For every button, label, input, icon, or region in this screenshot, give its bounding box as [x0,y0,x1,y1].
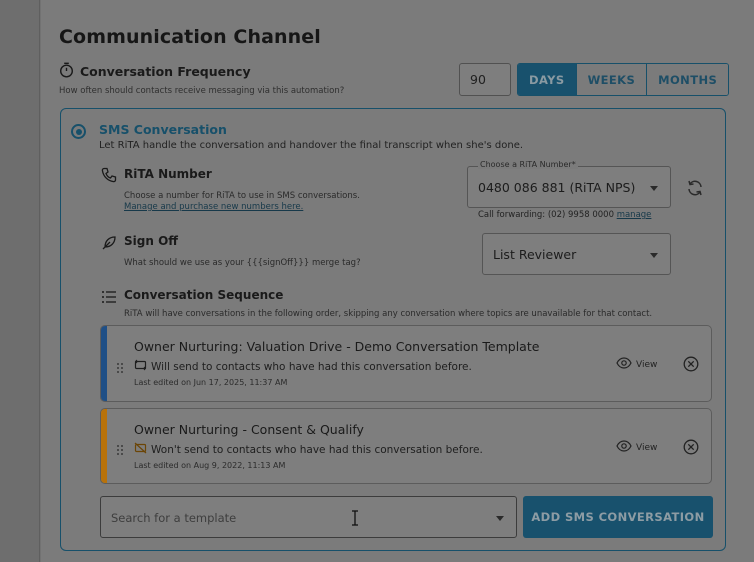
chevron-down-icon [650,186,658,191]
stopwatch-icon [59,62,74,81]
unit-months-button[interactable]: MONTHS [646,64,729,95]
sms-conversation-panel: SMS Conversation Let RiTA handle the con… [60,108,726,551]
frequency-unit-toggle: DAYS WEEKS MONTHS [517,63,730,96]
left-rail [0,0,40,562]
conversation-edited: Last edited on Aug 9, 2022, 11:13 AM [134,461,286,470]
conversation-status: Will send to contacts who have had this … [151,360,472,373]
conversation-status: Won't send to contacts who have had this… [151,443,483,456]
sequence-subtitle: RiTA will have conversations in the foll… [124,309,653,319]
sms-title: SMS Conversation [99,122,227,137]
feather-icon [101,235,117,251]
search-placeholder: Search for a template [111,511,237,525]
view-label: View [636,359,658,370]
add-sms-conversation-button[interactable]: ADD SMS CONVERSATION [523,496,713,538]
unit-days-button[interactable]: DAYS [518,64,576,95]
section-title: Communication Channel [59,26,321,48]
conversation-accent-bar [101,409,107,483]
unit-weeks-button[interactable]: WEEKS [575,64,647,95]
rita-number-value: 0480 086 881 (RiTA NPS) [478,180,636,195]
rita-number-select-label: Choose a RiTA Number* [478,160,578,169]
chevron-down-icon [650,253,658,258]
manage-forwarding-link[interactable]: manage [617,210,652,220]
communication-channel-card: Communication Channel Conversation Frequ… [40,0,754,562]
rita-number-select[interactable]: Choose a RiTA Number* 0480 086 881 (RiTA… [467,160,671,208]
drag-handle-icon[interactable] [116,441,124,455]
refresh-icon[interactable] [686,179,704,197]
rita-number-subtitle: Choose a number for RiTA to use in SMS c… [124,191,360,201]
chevron-down-icon[interactable] [496,516,504,521]
signoff-title: Sign Off [124,234,178,248]
view-button[interactable]: View [616,440,657,455]
frequency-value-input[interactable]: 90 [459,63,511,96]
sequence-title: Conversation Sequence [124,288,284,302]
manage-numbers-link[interactable]: Manage and purchase new numbers here. [124,202,303,212]
eye-icon [616,357,632,372]
template-search-input[interactable]: Search for a template [100,496,517,538]
conversation-title: Owner Nurturing: Valuation Drive - Demo … [134,339,540,354]
list-icon [101,289,117,305]
phone-icon [101,167,117,183]
sms-description: Let RiTA handle the conversation and han… [99,140,524,151]
conversation-card[interactable]: Owner Nurturing - Consent & Qualify Won'… [100,408,712,484]
remove-icon[interactable] [683,356,699,372]
rita-number-title: RiTA Number [124,167,212,181]
frequency-title: Conversation Frequency [80,64,251,79]
signoff-value: List Reviewer [493,247,577,262]
view-label: View [636,442,658,453]
conversation-title: Owner Nurturing - Consent & Qualify [134,422,364,437]
frequency-section: Conversation Frequency How often should … [59,62,344,96]
eye-icon [616,440,632,455]
remove-icon[interactable] [683,439,699,455]
conversation-edited: Last edited on Jun 17, 2025, 11:37 AM [134,378,288,387]
view-button[interactable]: View [616,357,657,372]
sms-radio-button[interactable] [71,124,86,139]
conversation-accent-bar [101,326,107,401]
frequency-subtitle: How often should contacts receive messag… [59,86,345,96]
drag-handle-icon[interactable] [116,359,124,373]
signoff-select[interactable]: List Reviewer [482,233,671,275]
call-forwarding-text: Call forwarding: (02) 9958 0000 manage [478,210,652,220]
text-cursor-icon [350,509,360,527]
repeat-icon [134,359,147,374]
signoff-subtitle: What should we use as your {{{signOff}}}… [124,258,361,268]
conversation-card[interactable]: Owner Nurturing: Valuation Drive - Demo … [100,325,712,402]
no-repeat-icon [134,442,147,457]
